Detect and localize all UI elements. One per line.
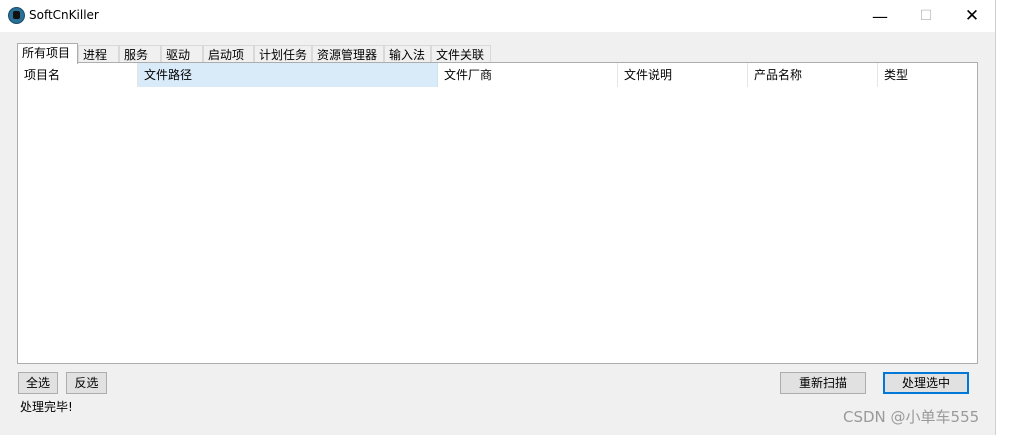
- items-list[interactable]: 项目名 文件路径 文件厂商 文件说明 产品名称 类型: [17, 62, 978, 364]
- tab-startup[interactable]: 启动项: [203, 45, 254, 63]
- process-selected-button[interactable]: 处理选中: [883, 372, 969, 394]
- column-header-file-description[interactable]: 文件说明: [618, 63, 748, 87]
- tab-file-association[interactable]: 文件关联: [431, 45, 491, 63]
- app-window: SoftCnKiller — ☐ ✕ 所有项目 进程 服务 驱动 启动项 计划任…: [0, 0, 996, 435]
- tab-scheduled-tasks[interactable]: 计划任务: [254, 45, 312, 63]
- tab-drivers[interactable]: 驱动: [161, 45, 203, 63]
- column-header-item-name[interactable]: 项目名: [18, 63, 138, 87]
- window-title: SoftCnKiller: [29, 8, 99, 22]
- status-text: 处理完毕!: [20, 400, 73, 414]
- tab-explorer[interactable]: 资源管理器: [312, 45, 384, 63]
- tab-all-items[interactable]: 所有项目: [17, 43, 78, 64]
- tab-processes[interactable]: 进程: [78, 45, 119, 63]
- minimize-button[interactable]: —: [857, 0, 903, 32]
- watermark-text: CSDN @小单车555: [843, 408, 980, 426]
- rescan-button[interactable]: 重新扫描: [780, 372, 866, 394]
- list-header: 项目名 文件路径 文件厂商 文件说明 产品名称 类型: [18, 63, 977, 87]
- app-logo-icon: [8, 7, 25, 24]
- maximize-button[interactable]: ☐: [903, 0, 949, 32]
- column-header-type[interactable]: 类型: [878, 63, 977, 87]
- tab-input-method[interactable]: 输入法: [384, 45, 431, 63]
- column-header-product-name[interactable]: 产品名称: [748, 63, 878, 87]
- column-header-file-path[interactable]: 文件路径: [138, 63, 438, 87]
- column-header-file-vendor[interactable]: 文件厂商: [438, 63, 618, 87]
- invert-selection-button[interactable]: 反选: [66, 372, 107, 394]
- title-bar[interactable]: SoftCnKiller — ☐ ✕: [0, 0, 995, 32]
- tab-services[interactable]: 服务: [119, 45, 161, 63]
- select-all-button[interactable]: 全选: [18, 372, 58, 394]
- close-button[interactable]: ✕: [949, 0, 995, 32]
